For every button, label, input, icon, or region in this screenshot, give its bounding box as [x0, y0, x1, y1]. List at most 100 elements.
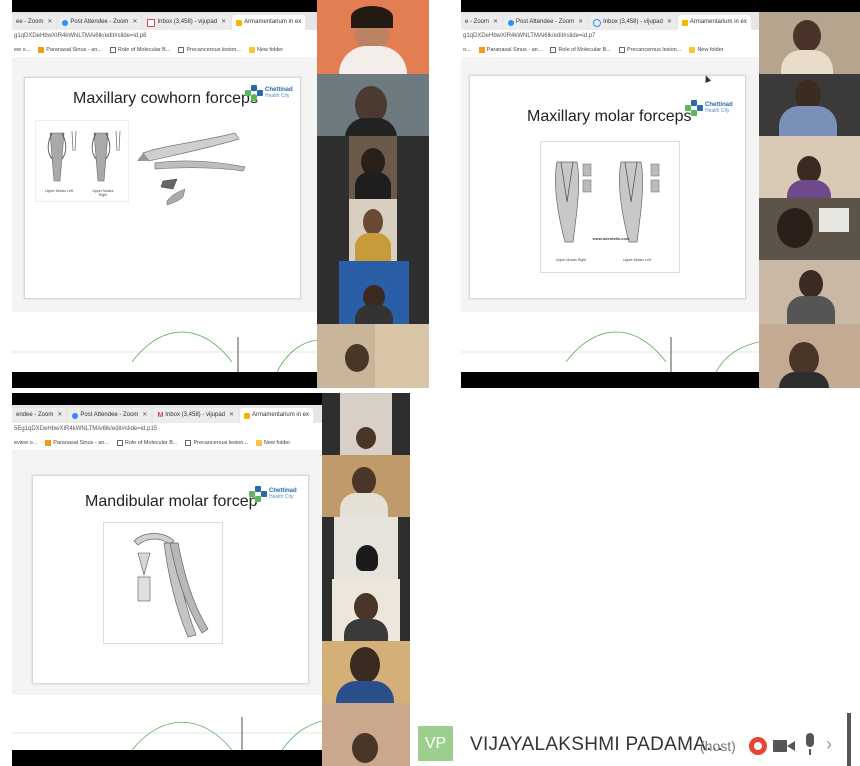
participant-body: [339, 46, 407, 74]
logo-cross-icon: [685, 100, 703, 116]
website-label: www.adentalls.com: [592, 236, 630, 241]
video-tile-participant: [322, 703, 410, 766]
tab-zoom[interactable]: endee - Zoom ✕: [12, 408, 67, 423]
slides-icon: [236, 19, 243, 26]
close-icon[interactable]: ✕: [57, 408, 62, 423]
loading-icon: [593, 18, 602, 27]
zoom-icon: [72, 412, 79, 419]
microphone-icon[interactable]: [803, 733, 817, 757]
logo-cross-icon: [245, 85, 263, 101]
browser-window: e - Zoom ✕ Post Attendee - Zoom ✕ Inbox (3…: [461, 12, 759, 58]
forceps-image: [103, 522, 223, 644]
bookmark-molecular[interactable]: Role of Molecular B...: [109, 43, 170, 57]
video-gallery-column: [322, 393, 410, 766]
tab-slides[interactable]: Armamentarium in ex: [232, 15, 306, 30]
close-icon[interactable]: ✕: [667, 15, 672, 30]
slide-title: Maxillary molar forceps: [527, 108, 692, 125]
bookmark-label: Paranasal Sinus - an...: [486, 47, 543, 53]
top-black-bar: [461, 0, 860, 12]
participant-body: [781, 50, 833, 74]
address-bar[interactable]: 5Eg1qDXDeHbwXIR4kWNLTMAi6lk/edit#slide=i…: [12, 423, 322, 436]
caption-left: Upper Molars Left: [45, 189, 73, 193]
tab-inbox[interactable]: Inbox (3,458) - vijupad ✕: [143, 15, 231, 30]
bookmark-folder[interactable]: New folder: [689, 43, 724, 57]
tab-post-attendee[interactable]: Post Attendee - Zoom ✕: [504, 15, 588, 30]
scrollbar[interactable]: [847, 713, 851, 766]
bookmark-label: Precancerous lesion...: [186, 47, 241, 53]
record-icon[interactable]: [749, 737, 767, 755]
video-gallery-column: [317, 0, 429, 388]
mandibular-forceps-graphic: [133, 533, 209, 638]
bookmark-precancerous[interactable]: Precancerous lesion...: [618, 43, 682, 57]
tab-inbox[interactable]: Inbox (3,458) - vijupad ✕: [589, 15, 676, 30]
video-camera-icon[interactable]: [773, 739, 795, 753]
video-tile-participant: [332, 579, 400, 641]
video-tile-participant: [334, 517, 398, 579]
participant-video: [356, 545, 378, 571]
participant-video: [354, 593, 378, 621]
tab-zoom[interactable]: e - Zoom ✕: [461, 15, 503, 30]
participant-video: [777, 208, 813, 248]
bookmark-label: Paranasal Sinus - an...: [46, 47, 102, 53]
address-bar[interactable]: g1qDXDeHbwXIR4kWNLTMAi6lk/edit#slide=id.…: [461, 30, 759, 43]
chevron-right-icon[interactable]: ›: [826, 734, 832, 755]
close-icon[interactable]: ✕: [221, 15, 226, 30]
slides-icon: [681, 19, 688, 26]
tab-post-attendee[interactable]: Post Attendee - Zoom ✕: [58, 15, 142, 30]
participant-hair: [351, 6, 393, 28]
participant-body: [355, 233, 391, 261]
tab-post-attendee[interactable]: Post Attendee - Zoom ✕: [68, 408, 152, 423]
bookmark-label: Role of Molecular B...: [124, 440, 178, 446]
participant-video: [345, 344, 369, 372]
tab-strip: endee - Zoom ✕ Post Attendee - Zoom ✕ M Inb…: [12, 405, 322, 423]
bookmark-paranasal[interactable]: Paranasal Sinus - an...: [478, 43, 543, 57]
bookmark-paranasal[interactable]: Paranasal Sinus - an...: [38, 43, 102, 57]
bookmark-molecular[interactable]: Role of Molecular B...: [116, 436, 178, 450]
tab-label: ee - Zoom: [16, 19, 44, 25]
address-bar[interactable]: g1qDXDeHbwXIR4kWNLTMAi6lk/edit#slide=id.…: [12, 30, 317, 43]
video-gallery-column: [759, 12, 860, 388]
bookmark-folder[interactable]: New folder: [248, 43, 284, 57]
logo-sub: Health City: [269, 494, 294, 500]
bookmarks-bar: ew o... Paranasal Sinus - an... Role of …: [12, 43, 317, 58]
tab-zoom[interactable]: ee - Zoom ✕: [12, 15, 57, 30]
tab-slides[interactable]: Armamentarium in ex: [677, 15, 751, 30]
tab-slides[interactable]: Armamentarium in ex: [240, 408, 314, 423]
video-tile-participant: [340, 393, 392, 455]
bookmark-label: Role of Molecular B...: [558, 47, 611, 53]
tab-strip: e - Zoom ✕ Post Attendee - Zoom ✕ Inbox (3…: [461, 12, 759, 30]
video-tile-participant: [759, 136, 860, 198]
close-icon[interactable]: ✕: [578, 15, 583, 30]
close-icon[interactable]: ✕: [229, 408, 234, 423]
video-tile-participant: [759, 198, 860, 260]
bookmark-folder[interactable]: New folder: [255, 436, 290, 450]
bookmark-item[interactable]: eview o...: [14, 436, 37, 450]
video-tile-participant: [317, 324, 429, 388]
bookmark-molecular[interactable]: Role of Molecular B...: [550, 43, 611, 57]
tab-inbox[interactable]: M Inbox (3,458) - vijupad ✕: [153, 408, 239, 423]
close-icon[interactable]: ✕: [132, 15, 137, 30]
host-role: (host): [700, 738, 736, 754]
tab-label: Inbox (3,458) - vijupad: [165, 412, 225, 418]
curve-area: [461, 312, 760, 373]
folder-icon: [255, 440, 262, 446]
participant-video: [799, 270, 823, 298]
logo-sub: Health City: [265, 93, 290, 99]
bookmark-precancerous[interactable]: Precancerous lesion...: [185, 436, 248, 450]
folder-icon: [248, 47, 255, 53]
close-icon[interactable]: ✕: [47, 15, 52, 30]
bookmark-paranasal[interactable]: Paranasal Sinus - an...: [45, 436, 109, 450]
bookmark-item[interactable]: o...: [463, 43, 471, 57]
close-icon[interactable]: ✕: [493, 15, 498, 30]
bookmark-precancerous[interactable]: Precancerous lesion...: [178, 43, 241, 57]
bookmark-label: New folder: [256, 47, 284, 53]
participant-body: [355, 172, 391, 199]
bookmark-label: Precancerous lesion...: [626, 47, 682, 53]
close-icon[interactable]: ✕: [142, 408, 147, 423]
bookmark-item[interactable]: ew o...: [14, 43, 30, 57]
zoom-icon: [508, 19, 515, 26]
caption-right: Upper Molars Right: [92, 189, 114, 197]
tab-label: Post Attendee - Zoom: [516, 19, 575, 25]
gmail-icon: [147, 18, 156, 27]
tab-label: endee - Zoom: [16, 412, 54, 418]
